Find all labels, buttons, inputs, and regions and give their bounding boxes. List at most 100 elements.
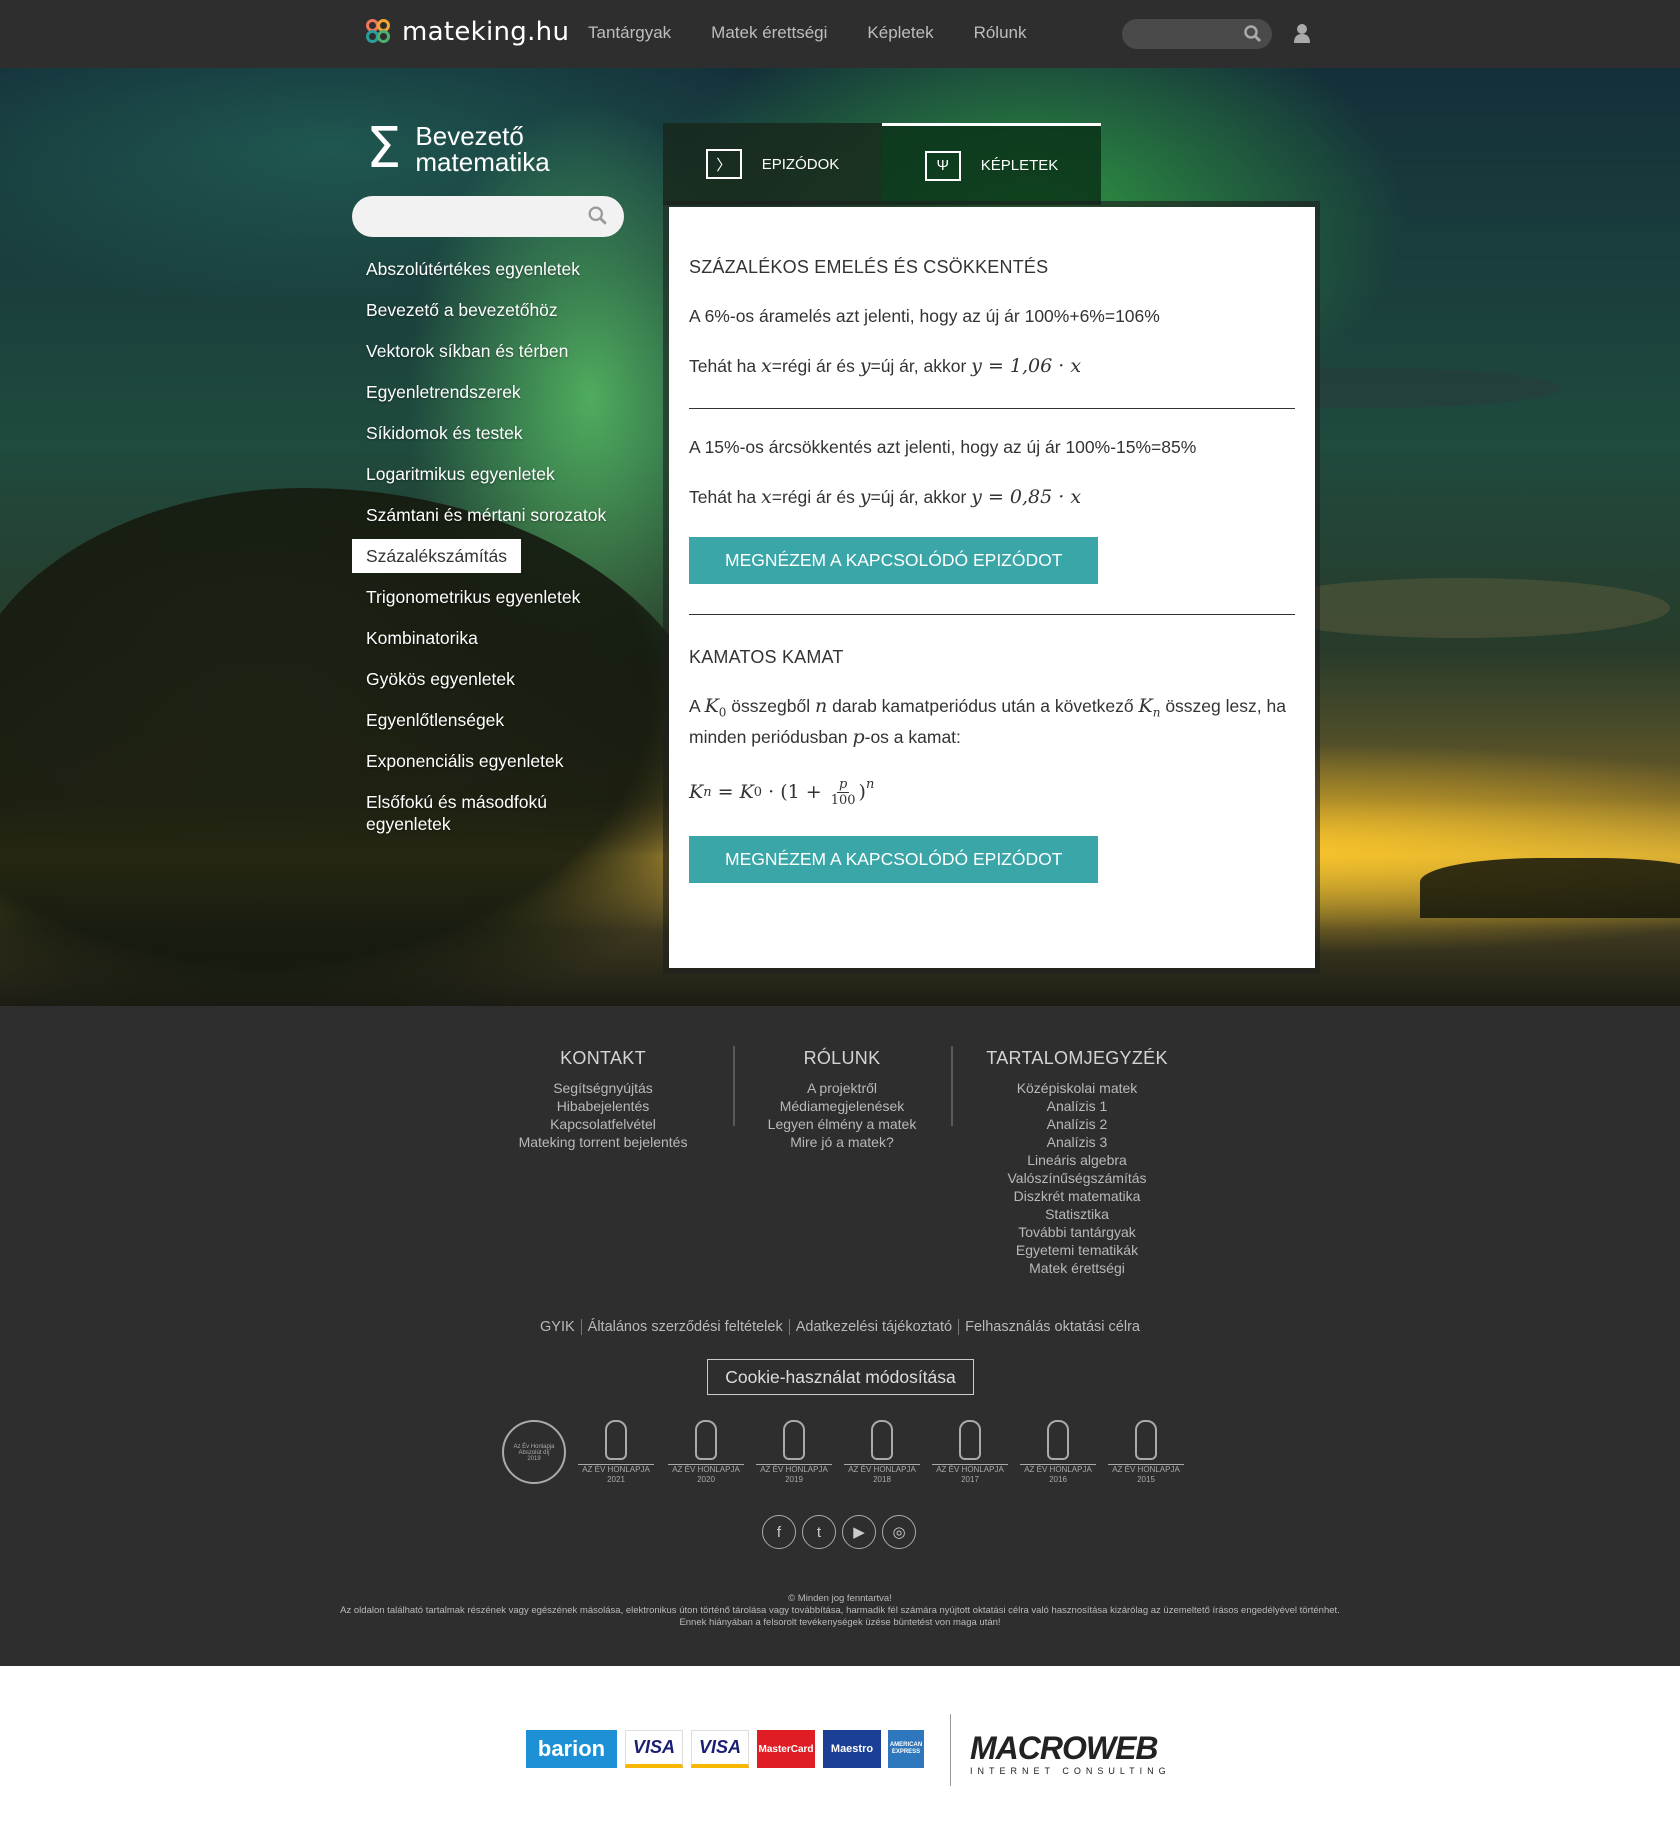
- award-label: AZ ÉV HONLAPJA: [848, 1465, 916, 1474]
- award-badge: AZ ÉV HONLAPJA 2015: [1108, 1420, 1184, 1485]
- paragraph: A K0 összegből n darab kamatperiódus utá…: [689, 694, 1295, 749]
- nav-tantargyak[interactable]: Tantárgyak: [588, 23, 671, 43]
- search-icon[interactable]: [588, 206, 608, 226]
- footer-link[interactable]: Analízis 2: [977, 1115, 1177, 1133]
- footer-link[interactable]: Matek érettségi: [977, 1259, 1177, 1277]
- footer-link[interactable]: Analízis 3: [977, 1133, 1177, 1151]
- paragraph: A 15%-os árcsökkentés azt jelenti, hogy …: [689, 437, 1197, 457]
- visa-logo: VISA: [625, 1730, 683, 1768]
- sidebar-item[interactable]: Egyenlőtlenségek: [352, 703, 652, 737]
- sidebar-item[interactable]: Elsőfokú és másodfokú egyenletek: [352, 785, 582, 841]
- footer-link[interactable]: Diszkrét matematika: [977, 1187, 1177, 1205]
- sidebar-item-active[interactable]: Százalékszámítás: [352, 539, 522, 573]
- text: =régi ár és: [771, 356, 860, 376]
- user-icon[interactable]: [1293, 23, 1311, 43]
- visa-electron-logo: VISA: [691, 1730, 749, 1768]
- award-label: AZ ÉV HONLAPJA: [1112, 1465, 1180, 1474]
- footer-link[interactable]: Analízis 1: [977, 1097, 1177, 1115]
- award-badge: AZ ÉV HONLAPJA 2017: [932, 1420, 1008, 1485]
- fraction-denominator: 100: [830, 792, 856, 808]
- sidebar-item[interactable]: Abszolútértékes egyenletek: [352, 252, 652, 286]
- award-icon: [871, 1420, 893, 1460]
- psi-icon: Ψ: [924, 150, 961, 181]
- footer-link[interactable]: Mire jó a matek?: [752, 1133, 932, 1151]
- instagram-icon[interactable]: ◎: [882, 1515, 916, 1549]
- sidebar-search-input[interactable]: [352, 196, 624, 237]
- tab-episodes-label: EPIZÓDOK: [761, 155, 840, 173]
- sidebar-item[interactable]: Logaritmikus egyenletek: [352, 457, 652, 491]
- footer-heading: RÓLUNK: [803, 1048, 881, 1068]
- tab-formulas[interactable]: Ψ KÉPLETEK: [882, 123, 1101, 205]
- math-op: ): [858, 781, 866, 803]
- footer-about-column: RÓLUNK A projektről Médiamegjelenések Le…: [752, 1048, 932, 1151]
- sidebar-item[interactable]: Síkidomok és testek: [352, 416, 652, 450]
- facebook-icon[interactable]: f: [762, 1515, 796, 1549]
- tab-episodes[interactable]: 〉 EPIZÓDOK: [663, 123, 882, 205]
- award-icon: [959, 1420, 981, 1460]
- macroweb-tagline: INTERNET CONSULTING: [970, 1766, 1171, 1776]
- sidebar-item[interactable]: Kombinatorika: [352, 621, 652, 655]
- top-search-input[interactable]: [1122, 19, 1272, 49]
- math-var: K: [739, 781, 754, 803]
- footer-link[interactable]: Lineáris algebra: [977, 1151, 1177, 1169]
- math-var: y: [859, 355, 871, 377]
- text: =új ár, akkor: [870, 356, 972, 376]
- legal-link[interactable]: Felhasználás oktatási célra: [965, 1319, 1140, 1335]
- text: -os a kamat:: [864, 726, 961, 747]
- footer-contact-column: KONTAKT Segítségnyújtás Hibabejelentés K…: [503, 1048, 703, 1151]
- footer-link[interactable]: A projektről: [752, 1079, 932, 1097]
- compound-interest-formula: Kn = K0 · (1 + p 100 ) n: [689, 777, 1295, 808]
- payment-strip: barion VISA VISA MasterCard Maestro AMER…: [0, 1666, 1680, 1837]
- footer-link[interactable]: Médiamegjelenések: [752, 1097, 932, 1115]
- footer-link[interactable]: További tantárgyak: [977, 1223, 1177, 1241]
- award-badge: AZ ÉV HONLAPJA 2020: [668, 1420, 744, 1485]
- legal-link[interactable]: Általános szerződési feltételek: [588, 1319, 783, 1335]
- youtube-icon[interactable]: ▶: [842, 1515, 876, 1549]
- awards-row: Az Év Honlapja Abszolút díj 2019 AZ ÉV H…: [500, 1420, 1190, 1492]
- award-year: 2019: [785, 1475, 803, 1484]
- sidebar-item[interactable]: Egyenletrendszerek: [352, 375, 652, 409]
- nav-rolunk[interactable]: Rólunk: [974, 23, 1027, 43]
- nav-matek-erettsegi[interactable]: Matek érettségi: [711, 23, 827, 43]
- legal-links: GYIK Általános szerződési feltételek Adatk…: [0, 1319, 1680, 1335]
- math-var: x: [761, 486, 772, 508]
- content-tabs: 〉 EPIZÓDOK Ψ KÉPLETEK: [663, 123, 1102, 205]
- sidebar-item[interactable]: Gyökös egyenletek: [352, 662, 652, 696]
- footer-link[interactable]: Kapcsolatfelvétel: [503, 1115, 703, 1133]
- watch-episode-button[interactable]: MEGNÉZEM A KAPCSOLÓDÓ EPIZÓDOT: [689, 537, 1099, 584]
- twitter-icon[interactable]: t: [802, 1515, 836, 1549]
- footer-link[interactable]: Hibabejelentés: [503, 1097, 703, 1115]
- footer-divider: [951, 1046, 953, 1126]
- footer-link[interactable]: Legyen élmény a matek: [752, 1115, 932, 1133]
- search-icon[interactable]: [1244, 25, 1262, 43]
- footer-link[interactable]: Egyetemi tematikák: [977, 1241, 1177, 1259]
- cookie-settings-button[interactable]: Cookie-használat módosítása: [707, 1359, 974, 1395]
- legal-link[interactable]: Adatkezelési tájékoztató: [796, 1319, 952, 1335]
- footer-link[interactable]: Statisztika: [977, 1205, 1177, 1223]
- paragraph: A 6%-os áramelés azt jelenti, hogy az új…: [689, 306, 1160, 326]
- chevron-right-icon: 〉: [705, 149, 742, 179]
- math-op: =: [711, 781, 740, 803]
- math-sub: n: [703, 784, 712, 800]
- footer-link[interactable]: Segítségnyújtás: [503, 1079, 703, 1097]
- footer-link[interactable]: Valószínűségszámítás: [977, 1169, 1177, 1187]
- footer-link[interactable]: Középiskolai matek: [977, 1079, 1177, 1097]
- award-label: AZ ÉV HONLAPJA: [582, 1465, 650, 1474]
- sidebar-item[interactable]: Exponenciális egyenletek: [352, 744, 652, 778]
- footer: KONTAKT Segítségnyújtás Hibabejelentés K…: [0, 1006, 1680, 1666]
- sidebar-item[interactable]: Vektorok síkban és térben: [352, 334, 652, 368]
- section-title: KAMATOS KAMAT: [689, 647, 844, 667]
- text: =új ár, akkor: [870, 487, 972, 507]
- math-sup: n: [865, 776, 875, 792]
- award-icon: [605, 1420, 627, 1460]
- sidebar-item[interactable]: Bevezető a bevezetőhöz: [352, 293, 652, 327]
- watch-episode-button[interactable]: MEGNÉZEM A KAPCSOLÓDÓ EPIZÓDOT: [689, 835, 1099, 883]
- footer-link[interactable]: Mateking torrent bejelentés: [503, 1133, 703, 1151]
- sidebar-item[interactable]: Trigonometrikus egyenletek: [352, 580, 652, 614]
- legal-link[interactable]: GYIK: [540, 1319, 575, 1335]
- sidebar-item[interactable]: Számtani és mértani sorozatok: [352, 498, 652, 532]
- barion-logo: barion: [526, 1730, 617, 1768]
- site-logo[interactable]: mateking.hu: [366, 14, 569, 50]
- award-year: 2017: [961, 1475, 979, 1484]
- nav-kepletek[interactable]: Képletek: [867, 23, 933, 43]
